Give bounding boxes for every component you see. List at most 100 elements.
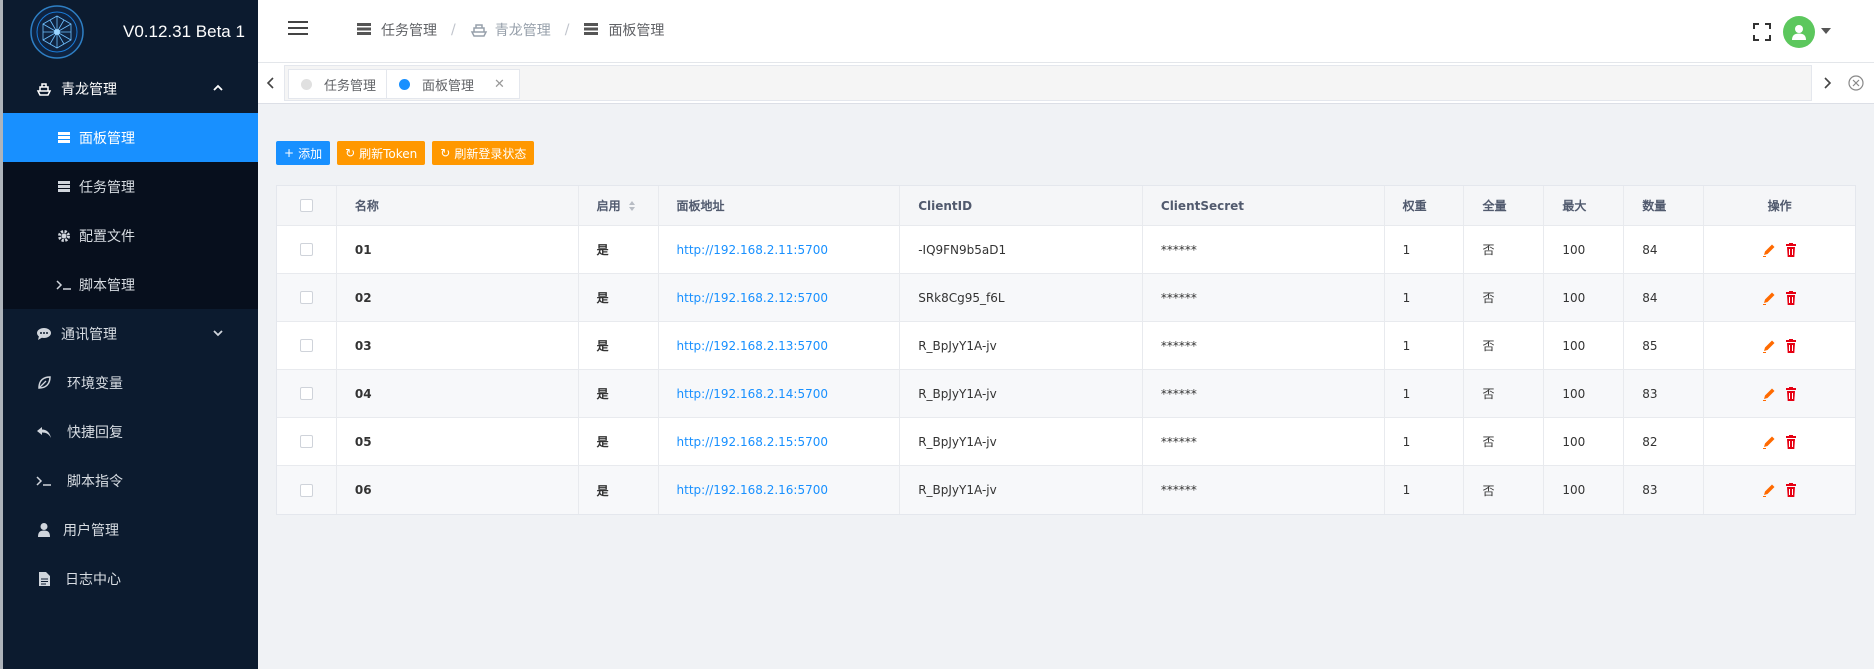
table-row: 04 是 http://192.168.2.14:5700 R_BpJyY1A-… [277, 370, 1855, 418]
cell-client-secret: ****** [1143, 322, 1385, 369]
tab-scroll-right[interactable] [1814, 63, 1840, 103]
edit-icon[interactable] [1761, 338, 1777, 354]
submenu-qinglong: 面板管理 任务管理 配置文件 脚本管理 [3, 113, 258, 309]
row-checkbox[interactable] [299, 291, 313, 304]
sidebar-item-config-file[interactable]: 配置文件 [3, 211, 258, 260]
gear-icon [55, 227, 73, 245]
row-checkbox[interactable] [299, 243, 313, 256]
edit-icon[interactable] [1761, 386, 1777, 402]
plus-icon: + [284, 146, 295, 160]
close-icon[interactable]: ✕ [494, 77, 505, 92]
cell-weight: 1 [1385, 322, 1465, 369]
avatar[interactable] [1783, 16, 1815, 48]
user-icon [35, 521, 53, 539]
delete-icon[interactable] [1783, 386, 1799, 402]
edit-icon[interactable] [1761, 290, 1777, 306]
tab-scroll-left[interactable] [258, 63, 284, 103]
refresh-token-button[interactable]: ↻ 刷新Token [337, 141, 426, 165]
tab-panel-manage[interactable]: 面板管理 ✕ [386, 69, 520, 99]
cell-name: 03 [337, 322, 579, 369]
sidebar-item-task-manage[interactable]: 任务管理 [3, 162, 258, 211]
table-body: 01 是 http://192.168.2.11:5700 -IQ9FN9b5a… [277, 226, 1855, 514]
cell-enabled: 是 [579, 418, 659, 465]
close-circle-icon[interactable] [1847, 74, 1865, 92]
select-all-checkbox[interactable] [299, 199, 313, 212]
leaf-icon [35, 374, 53, 392]
breadcrumb-item-panel: 面板管理 [583, 20, 664, 40]
add-button[interactable]: + 添加 [276, 141, 331, 165]
hamburger-icon[interactable] [288, 20, 308, 36]
delete-icon[interactable] [1783, 242, 1799, 258]
breadcrumb-label: 面板管理 [608, 23, 665, 39]
terminal-icon [35, 472, 53, 490]
column-header-enabled[interactable]: 启用 [579, 186, 659, 225]
chat-icon [35, 325, 53, 343]
tab-task-manage[interactable]: 任务管理 [288, 69, 392, 99]
cell-panel-url[interactable]: http://192.168.2.16:5700 [659, 466, 901, 514]
refresh-icon: ↻ [345, 146, 356, 160]
sidebar-item-quick-reply[interactable]: 快捷回复 [3, 407, 258, 456]
cell-panel-url[interactable]: http://192.168.2.13:5700 [659, 322, 901, 369]
breadcrumb-item-qinglong[interactable]: 青龙管理 [470, 20, 551, 40]
tab-label: 任务管理 [324, 78, 377, 94]
refresh-login-button[interactable]: ↻ 刷新登录状态 [432, 141, 535, 165]
row-checkbox[interactable] [299, 339, 313, 352]
sidebar-group-label: 青龙管理 [61, 81, 117, 98]
row-checkbox-cell [277, 226, 337, 273]
row-checkbox[interactable] [299, 387, 313, 400]
sort-icon[interactable] [628, 200, 635, 211]
sidebar-item-label: 脚本指令 [67, 473, 123, 490]
cell-panel-url[interactable]: http://192.168.2.14:5700 [659, 370, 901, 417]
cell-panel-url[interactable]: http://192.168.2.12:5700 [659, 274, 901, 321]
sidebar-item-user-manage[interactable]: 用户管理 [3, 505, 258, 554]
sidebar-group-qinglong[interactable]: 青龙管理 [3, 64, 258, 113]
cell-max: 100 [1544, 322, 1625, 369]
cell-weight: 1 [1385, 418, 1465, 465]
cell-panel-url[interactable]: http://192.168.2.11:5700 [659, 226, 901, 273]
cell-actions [1704, 322, 1855, 369]
logo-bar: V0.12.31 Beta 1 [3, 0, 258, 64]
breadcrumb-separator: / [564, 22, 570, 38]
chevron-right-icon [1824, 77, 1832, 89]
row-checkbox[interactable] [299, 435, 313, 448]
breadcrumb-separator: / [451, 22, 456, 38]
delete-icon[interactable] [1783, 482, 1799, 498]
cell-full: 否 [1464, 274, 1545, 321]
cell-panel-url[interactable]: http://192.168.2.15:5700 [659, 418, 901, 465]
cell-client-id: R_BpJyY1A-jv [900, 418, 1143, 465]
fullscreen-icon[interactable] [1753, 23, 1771, 41]
delete-icon[interactable] [1783, 434, 1799, 450]
sidebar-item-panel-manage[interactable]: 面板管理 [3, 113, 258, 162]
sidebar-group-message[interactable]: 通讯管理 [3, 309, 258, 358]
column-header: 权重 [1385, 186, 1465, 225]
panel-table: 名称 启用 面板地址 ClientID ClientSecret 权重 全量 最… [276, 185, 1856, 515]
sidebar-item-env[interactable]: 环境变量 [3, 358, 258, 407]
cell-count: 83 [1624, 466, 1705, 514]
edit-icon[interactable] [1761, 242, 1777, 258]
caret-down-icon[interactable] [1821, 28, 1831, 34]
sidebar-item-label: 面板管理 [79, 130, 135, 147]
delete-icon[interactable] [1783, 290, 1799, 306]
ship-icon [35, 80, 53, 98]
edit-icon[interactable] [1761, 434, 1777, 450]
edit-icon[interactable] [1761, 482, 1777, 498]
cell-actions [1704, 274, 1855, 321]
column-header: 名称 [337, 186, 579, 225]
sidebar-item-script-command[interactable]: 脚本指令 [3, 456, 258, 505]
cell-count: 83 [1624, 370, 1705, 417]
sidebar-item-label: 任务管理 [79, 179, 135, 196]
row-checkbox-cell [277, 322, 337, 369]
table-row: 02 是 http://192.168.2.12:5700 SRk8Cg95_f… [277, 274, 1855, 322]
cell-enabled: 是 [579, 226, 659, 273]
column-header-label: 启用 [596, 199, 621, 213]
sidebar-item-script-manage[interactable]: 脚本管理 [3, 260, 258, 309]
tabs-bar: 任务管理 面板管理 ✕ [258, 63, 1874, 104]
sidebar-item-label: 用户管理 [63, 522, 119, 539]
sidebar-item-log-center[interactable]: 日志中心 [3, 554, 258, 603]
breadcrumb-item-task[interactable]: 任务管理 [356, 20, 437, 40]
row-checkbox[interactable] [299, 483, 313, 497]
refresh-token-label: 刷新Token [359, 146, 418, 161]
delete-icon[interactable] [1783, 338, 1799, 354]
logo-icon [30, 5, 84, 59]
cell-client-id: -IQ9FN9b5aD1 [900, 226, 1143, 273]
